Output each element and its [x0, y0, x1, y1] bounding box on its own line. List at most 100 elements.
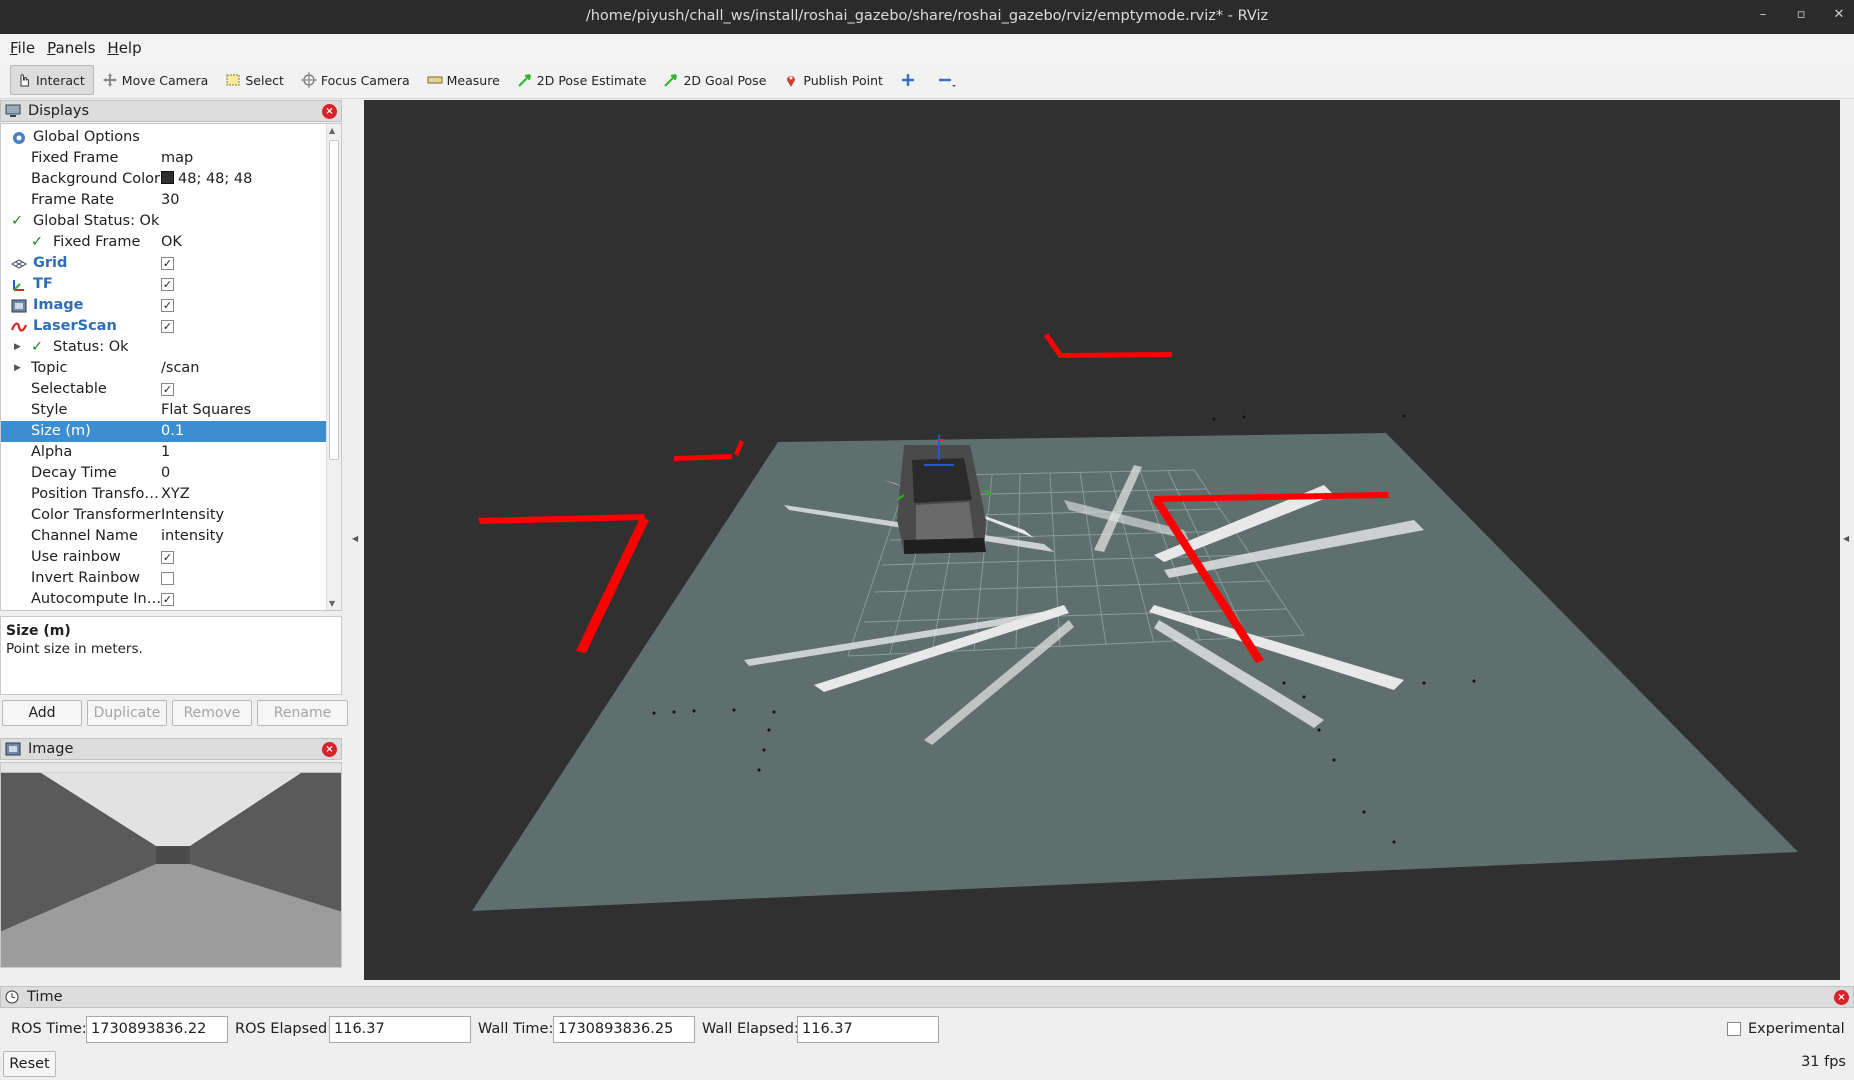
move-camera-icon [102, 73, 117, 87]
duplicate-display-button[interactable]: Duplicate [87, 700, 167, 726]
tree-row-decay-time[interactable]: Decay Time 0 [1, 463, 327, 484]
color-swatch [161, 171, 174, 184]
scrollbar-thumb[interactable] [329, 140, 339, 460]
tf-axes-icon [13, 280, 24, 291]
tree-row-channel-name[interactable]: Channel Name intensity [1, 526, 327, 547]
maximize-icon[interactable]: ▫ [1794, 7, 1808, 22]
ros-elapsed-field[interactable]: 116.37 [329, 1016, 471, 1043]
invert-rainbow-checkbox[interactable] [161, 572, 174, 585]
collapse-left-icon[interactable]: ◀ [352, 534, 358, 543]
grid-enabled-checkbox[interactable]: ✓ [161, 257, 174, 270]
2d-pose-estimate-tool-button[interactable]: 2D Pose Estimate [511, 65, 656, 95]
tree-row-alpha[interactable]: Alpha 1 [1, 442, 327, 463]
ruler-icon [427, 76, 443, 84]
menu-help[interactable]: Help [103, 34, 149, 62]
pose-estimate-arrow-icon [518, 74, 531, 87]
3d-render-view[interactable] [364, 100, 1840, 980]
tree-row-size[interactable]: Size (m) 0.1 [1, 421, 327, 442]
tree-row-selectable[interactable]: Selectable ✓ [1, 379, 327, 400]
ros-time-field[interactable]: 1730893836.22 [86, 1016, 228, 1043]
wall-elapsed-field[interactable]: 116.37 [797, 1016, 939, 1043]
checkmark-icon: ✓ [31, 339, 44, 355]
reset-button[interactable]: Reset [3, 1051, 56, 1077]
remove-display-button[interactable]: Remove [172, 700, 252, 726]
laserscan-icon [11, 322, 27, 332]
interact-tool-button[interactable]: Interact [10, 65, 94, 95]
close-image-panel-icon[interactable]: × [322, 742, 337, 757]
menu-panels[interactable]: Panels [43, 34, 103, 62]
plus-icon [901, 74, 914, 86]
tree-row-position-transformer[interactable]: Position Transfo… XYZ [1, 484, 327, 505]
camera-image-view [0, 762, 342, 968]
close-icon[interactable]: ✕ [1832, 7, 1846, 22]
clock-icon [5, 990, 19, 1004]
image-panel-header: Image × [0, 738, 342, 760]
tree-row-background-color[interactable]: Background Color 48; 48; 48 [1, 169, 327, 190]
experimental-checkbox[interactable] [1727, 1022, 1741, 1036]
autocompute-checkbox[interactable]: ✓ [161, 593, 174, 606]
time-panel-header: Time × [0, 986, 1854, 1008]
tree-row-color-transformer[interactable]: Color Transformer Intensity [1, 505, 327, 526]
tree-row-fixed-frame[interactable]: Fixed Frame map [1, 148, 327, 169]
2d-goal-pose-tool-button[interactable]: 2D Goal Pose [657, 65, 775, 95]
window-title: /home/piyush/chall_ws/install/roshai_gaz… [585, 8, 1269, 24]
displays-scrollbar[interactable]: ▲ ▼ [326, 124, 341, 610]
publish-point-tool-button[interactable]: Publish Point [777, 65, 892, 95]
minimize-icon[interactable]: – [1756, 7, 1770, 22]
window-controls: – ▫ ✕ [1756, 7, 1846, 22]
time-fields-row: ROS Time: 1730893836.22 ROS Elapsed: 116… [0, 1016, 1854, 1044]
tree-row-global-status[interactable]: ✓ Global Status: Ok [1, 211, 327, 232]
close-displays-panel-icon[interactable]: × [322, 104, 337, 119]
add-display-button[interactable]: Add [2, 700, 82, 726]
tree-row-style[interactable]: Style Flat Squares [1, 400, 327, 421]
tree-row-global-options[interactable]: Global Options [1, 127, 327, 148]
selectable-checkbox[interactable]: ✓ [161, 383, 174, 396]
minus-dropdown-icon [938, 78, 956, 87]
image-display-icon [11, 299, 27, 313]
tree-row-grid[interactable]: Grid ✓ [1, 253, 327, 274]
use-rainbow-checkbox[interactable]: ✓ [161, 551, 174, 564]
tree-row-use-rainbow[interactable]: Use rainbow ✓ [1, 547, 327, 568]
image-display-icon [5, 742, 21, 756]
tree-row-status-fixed-frame[interactable]: ✓ Fixed Frame OK [1, 232, 327, 253]
focus-camera-tool-button[interactable]: Focus Camera [295, 65, 419, 95]
render-canvas[interactable] [364, 100, 1840, 980]
move-camera-tool-button[interactable]: Move Camera [96, 65, 218, 95]
select-box-icon [226, 74, 240, 86]
rename-display-button[interactable]: Rename [257, 700, 348, 726]
remove-tool-button[interactable] [931, 65, 972, 95]
tree-row-tf[interactable]: TF ✓ [1, 274, 327, 295]
select-tool-button[interactable]: Select [219, 65, 293, 95]
tree-row-topic[interactable]: ▶ Topic /scan [1, 358, 327, 379]
tree-row-frame-rate[interactable]: Frame Rate 30 [1, 190, 327, 211]
tree-row-laserscan-status[interactable]: ▶ ✓ Status: Ok [1, 337, 327, 358]
ground-plane [472, 433, 1798, 911]
tf-enabled-checkbox[interactable]: ✓ [161, 278, 174, 291]
title-bar: /home/piyush/chall_ws/install/roshai_gaz… [0, 0, 1854, 34]
displays-panel: Displays × Global Options Fixed Frame ma… [0, 100, 348, 726]
close-time-panel-icon[interactable]: × [1834, 990, 1849, 1005]
tree-row-autocompute-intensity[interactable]: Autocompute In… ✓ [1, 589, 327, 610]
toolbar: Interact Move Camera Select Focus Camera… [0, 62, 1854, 99]
time-panel: Time × ROS Time: 1730893836.22 ROS Elaps… [0, 986, 1854, 1080]
measure-tool-button[interactable]: Measure [421, 65, 509, 95]
scroll-down-icon[interactable]: ▼ [329, 599, 335, 608]
menu-file[interactable]: File [6, 34, 43, 62]
displays-tree: Global Options Fixed Frame map Backgroun… [0, 123, 342, 611]
checkmark-icon: ✓ [11, 213, 24, 229]
goal-pose-arrow-icon [664, 74, 678, 87]
tree-row-laserscan[interactable]: LaserScan ✓ [1, 316, 327, 337]
image-enabled-checkbox[interactable]: ✓ [161, 299, 174, 312]
monitor-icon [5, 104, 21, 117]
expand-arrow-icon[interactable]: ▶ [14, 337, 21, 358]
wall-time-field[interactable]: 1730893836.25 [553, 1016, 695, 1043]
add-tool-button[interactable] [894, 65, 929, 95]
image-panel: Image × [0, 738, 342, 968]
scroll-up-icon[interactable]: ▲ [329, 126, 335, 135]
laserscan-enabled-checkbox[interactable]: ✓ [161, 320, 174, 333]
collapse-right-icon[interactable]: ◀ [1843, 534, 1849, 543]
expand-arrow-icon[interactable]: ▶ [14, 358, 21, 379]
tree-row-image[interactable]: Image ✓ [1, 295, 327, 316]
fps-counter: 31 fps [1801, 1054, 1846, 1070]
tree-row-invert-rainbow[interactable]: Invert Rainbow [1, 568, 327, 589]
